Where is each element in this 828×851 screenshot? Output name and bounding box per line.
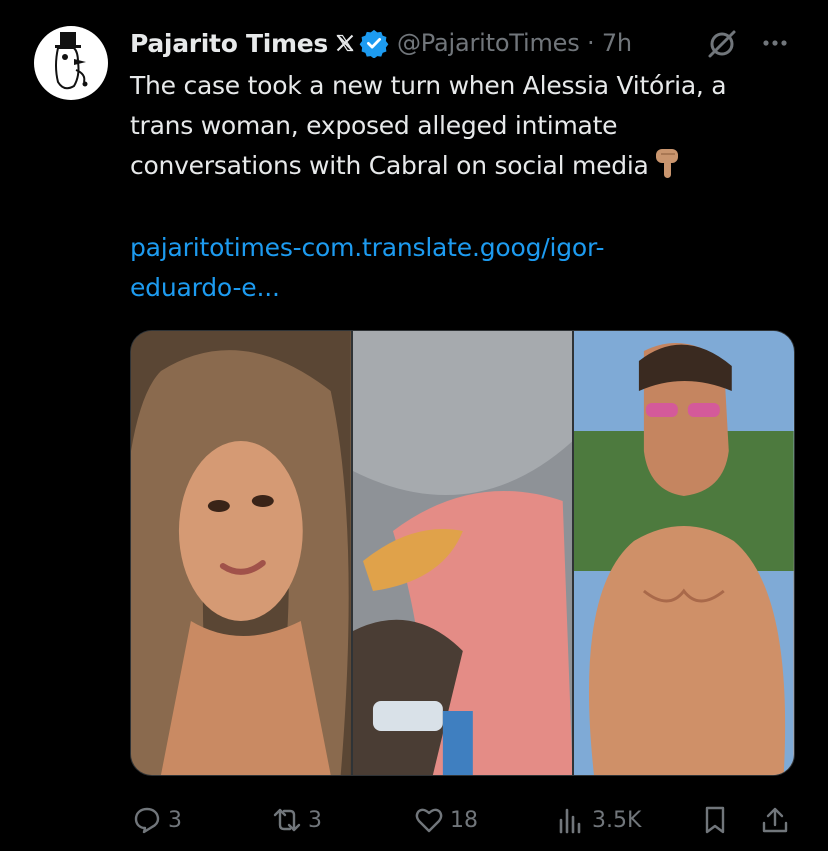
like-button[interactable]: 18: [414, 800, 478, 840]
views-button[interactable]: 3.5K: [556, 800, 641, 840]
photo-man-sunglasses[interactable]: [574, 331, 794, 775]
bookmark-icon: [705, 806, 725, 834]
share-icon: [762, 807, 788, 833]
article-link[interactable]: pajaritotimes-com.translate.goog/igor- e…: [130, 228, 810, 308]
heart-icon: [415, 808, 443, 833]
top-hat-bird-logo: [55, 32, 88, 90]
photo-woman[interactable]: [131, 331, 351, 775]
repost-icon: [273, 808, 301, 832]
like-count: 18: [450, 807, 478, 833]
author-name[interactable]: Pajarito Times: [130, 29, 328, 58]
reply-button[interactable]: 3: [132, 800, 182, 840]
tweet-text: The case took a new turn when Alessia Vi…: [130, 66, 810, 186]
bookmark-button[interactable]: [700, 800, 730, 840]
article-link-line[interactable]: eduardo-e...: [130, 268, 810, 308]
x-logo-icon: [336, 34, 354, 52]
tweet-text-line-content: conversations with Cabral on social medi…: [130, 151, 649, 180]
tweet-actions: 3 3 18 3.5K: [0, 800, 828, 840]
views-count: 3.5K: [592, 807, 642, 833]
photo-woman-illustration: [131, 331, 351, 775]
tweet-text-line: trans woman, exposed alleged intimate: [130, 111, 618, 140]
article-link-line[interactable]: pajaritotimes-com.translate.goog/igor-: [130, 228, 810, 268]
reply-count: 3: [168, 807, 182, 833]
views-icon: [559, 808, 581, 834]
share-button[interactable]: [760, 800, 790, 840]
reply-icon: [134, 807, 160, 834]
more-icon[interactable]: [758, 26, 792, 60]
repost-count: 3: [308, 807, 322, 833]
verified-badge-icon: [359, 29, 389, 58]
tweet-text-line: The case took a new turn when Alessia Vi…: [130, 71, 727, 100]
repost-button[interactable]: 3: [272, 800, 322, 840]
photo-screen-illustration: [352, 331, 573, 775]
author-handle-time[interactable]: @PajaritoTimes · 7h: [397, 29, 632, 57]
photo-screen-blur[interactable]: [352, 331, 573, 775]
tweet-text-line: conversations with Cabral on social medi…: [130, 146, 810, 186]
media-grid[interactable]: [130, 330, 795, 776]
grok-icon[interactable]: [704, 26, 740, 62]
pointing-down-emoji: [655, 149, 678, 178]
author-avatar[interactable]: [34, 26, 108, 100]
photo-man-illustration: [574, 331, 794, 775]
